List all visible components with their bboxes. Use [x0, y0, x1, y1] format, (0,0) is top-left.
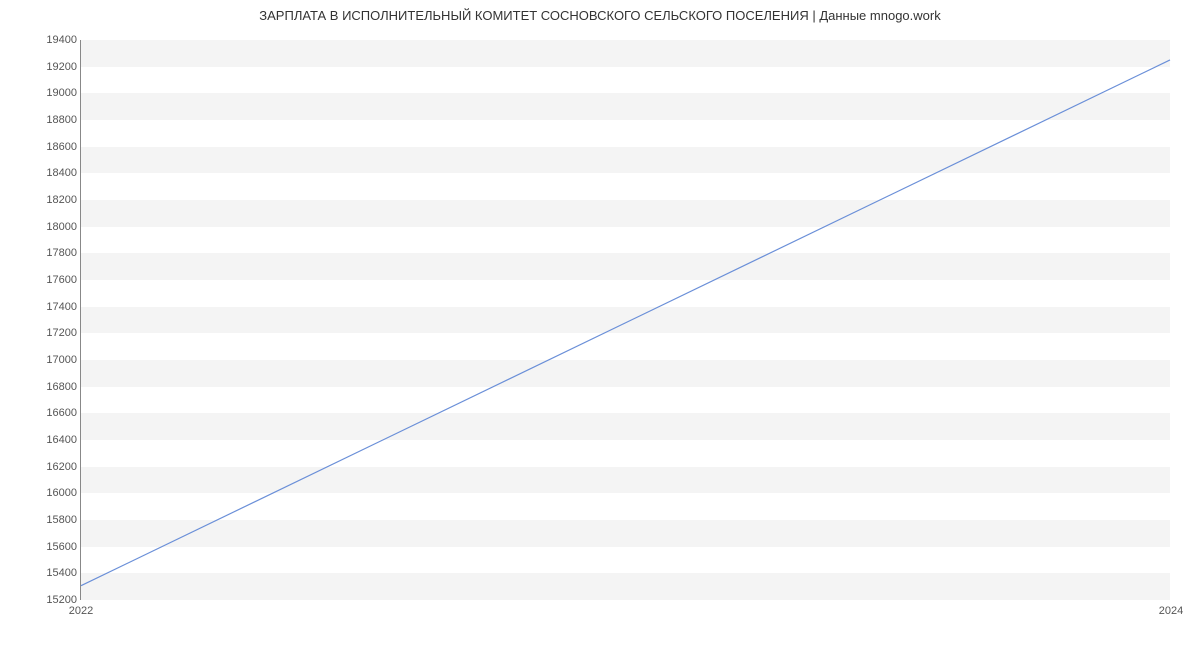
y-tick-label: 18600 — [27, 141, 77, 153]
y-tick-label: 17600 — [27, 274, 77, 286]
x-tick-label: 2024 — [1159, 605, 1183, 617]
y-tick-label: 19200 — [27, 61, 77, 73]
y-tick-label: 16000 — [27, 487, 77, 499]
y-tick-label: 17000 — [27, 354, 77, 366]
chart-container: ЗАРПЛАТА В ИСПОЛНИТЕЛЬНЫЙ КОМИТЕТ СОСНОВ… — [0, 0, 1200, 650]
y-tick-label: 19400 — [27, 34, 77, 46]
y-tick-label: 16800 — [27, 381, 77, 393]
y-tick-label: 15800 — [27, 514, 77, 526]
y-tick-label: 17200 — [27, 327, 77, 339]
y-tick-label: 15400 — [27, 567, 77, 579]
chart-title: ЗАРПЛАТА В ИСПОЛНИТЕЛЬНЫЙ КОМИТЕТ СОСНОВ… — [0, 8, 1200, 23]
y-tick-label: 18400 — [27, 167, 77, 179]
y-tick-label: 16600 — [27, 407, 77, 419]
y-tick-label: 17400 — [27, 301, 77, 313]
plot-area: 1520015400156001580016000162001640016600… — [80, 40, 1170, 600]
data-line — [81, 40, 1170, 599]
y-tick-label: 18200 — [27, 194, 77, 206]
y-tick-label: 18000 — [27, 221, 77, 233]
y-tick-label: 16200 — [27, 461, 77, 473]
x-tick-label: 2022 — [69, 605, 93, 617]
y-tick-label: 16400 — [27, 434, 77, 446]
y-tick-label: 18800 — [27, 114, 77, 126]
y-tick-label: 19000 — [27, 87, 77, 99]
y-tick-label: 15600 — [27, 541, 77, 553]
y-tick-label: 17800 — [27, 247, 77, 259]
